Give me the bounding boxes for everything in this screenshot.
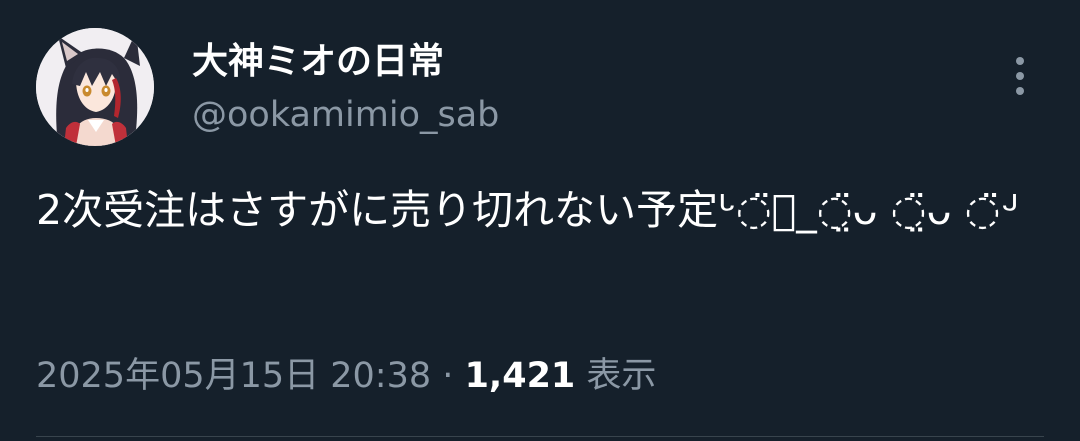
more-options-button[interactable]	[998, 50, 1042, 102]
tweet-text: 2次受注はさすがに売り切れない予定ᒡ◌̈⃝_◌̤̈ᴗ ◌̤̈ᴗ ◌̈ᒢ	[36, 186, 1019, 234]
divider	[36, 436, 1044, 437]
tweet-meta: 2025年05月15日 20:38 · 1,421 表示	[36, 352, 656, 400]
views-label: 表示	[586, 356, 657, 396]
avatar-illustration-icon	[36, 28, 154, 146]
meta-separator: ·	[442, 356, 454, 396]
display-name[interactable]: 大神ミオの日常	[192, 38, 444, 86]
user-handle[interactable]: @ookamimio_sab	[192, 92, 499, 138]
tweet-card: 大神ミオの日常 @ookamimio_sab 2次受注はさすがに売り切れない予定…	[0, 0, 1080, 441]
views-count: 1,421	[464, 356, 576, 396]
timestamp-link[interactable]: 2025年05月15日 20:38	[36, 356, 431, 396]
more-vertical-icon	[1016, 57, 1024, 95]
avatar[interactable]	[36, 28, 154, 146]
